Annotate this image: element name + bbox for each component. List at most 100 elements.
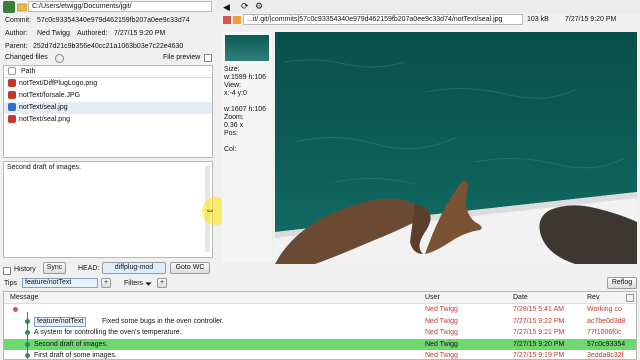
branch-tag[interactable]: feature/notText — [34, 316, 87, 327]
file-status-icon — [8, 91, 16, 100]
history-rev: 3edda8c32f — [587, 352, 624, 359]
changed-file-name: notText/seal.jpg — [19, 104, 68, 111]
history-rev: 57c0c93354 — [587, 340, 626, 348]
changed-file-name: notText/seal.png — [19, 116, 70, 123]
image-info-line: x:-4 y:0 — [224, 90, 247, 97]
image-info-line: w:1599 h:106 — [224, 74, 267, 81]
image-info-line: 0.36 x — [224, 122, 244, 129]
file-status-icon — [8, 115, 16, 124]
history-label: History — [14, 266, 36, 273]
changed-file-row[interactable]: notText/seal.jpg — [4, 102, 212, 114]
history-rev: Working co — [587, 306, 622, 313]
image-info-line — [224, 98, 270, 106]
changed-file-row[interactable]: notText/forsale.JPG — [4, 90, 212, 102]
history-user: Ned Twigg — [425, 317, 458, 325]
image-info-line: Size: — [224, 66, 240, 73]
parent-hash[interactable]: 252d7d21c9b356e40cc21a1063b03e7c22e4630 — [33, 43, 183, 50]
seal-photo — [275, 32, 637, 264]
file-icon — [223, 16, 231, 24]
history-row[interactable]: A system for controlling the oven's temp… — [4, 327, 636, 339]
tips-label: Tips — [4, 280, 17, 287]
image-info-line: View: — [224, 82, 241, 89]
file-status-icon — [8, 79, 16, 88]
column-menu-icon[interactable] — [626, 294, 634, 302]
history-msg: Second draft of images. — [34, 340, 108, 348]
changed-file-name: notText/DiffPlugLogo.png — [19, 80, 98, 87]
history-row[interactable]: feature/notText Fixed some bugs in the ov… — [4, 316, 636, 328]
file-preview-label: File preview — [163, 54, 201, 61]
repo-path[interactable]: C:/Users/etwigg/Documents/jgit/ — [28, 1, 212, 12]
history-row[interactable]: Second draft of images. Ned Twigg 7/27/15 … — [4, 338, 636, 350]
changed-files-panel: Path notText/DiffPlugLogo.png notText/for… — [3, 65, 213, 158]
col-date[interactable]: Date — [513, 292, 528, 304]
history-row[interactable]: First draft of some images. Ned Twigg 7/27… — [4, 350, 636, 359]
settings-icon[interactable]: ⚙ — [255, 1, 263, 12]
author-name: Ned Twigg — [37, 30, 70, 37]
history-date: 7/27/15 9:20 PM — [513, 340, 565, 348]
head-branch-button[interactable]: diffplug-mod — [102, 262, 166, 274]
history-collapse-icon[interactable] — [3, 267, 11, 275]
history-msg: A system for controlling the oven's temp… — [34, 329, 182, 336]
changed-files-label: Changed files — [5, 54, 48, 61]
history-date: 7/27/15 9:22 PM — [513, 317, 565, 325]
image-preview[interactable] — [275, 32, 637, 264]
history-user: Ned Twigg — [425, 306, 458, 313]
head-branch-name: diffplug-mod — [114, 264, 154, 271]
history-row[interactable]: Ned Twigg 7/28/15 5:41 AM Working co — [4, 304, 636, 316]
image-info-line: Col: — [224, 146, 237, 153]
changed-file-row[interactable]: notText/seal.png — [4, 114, 212, 126]
folder-icon — [16, 1, 28, 13]
changed-file-row[interactable]: notText/DiffPlugLogo.png — [4, 78, 212, 90]
image-info-line: Zoom: — [224, 114, 244, 121]
sync-button[interactable]: Sync — [43, 262, 66, 274]
goto-wc-button[interactable]: Goto WC — [170, 262, 210, 274]
history-user: Ned Twigg — [425, 352, 458, 359]
folder-icon-2 — [233, 16, 241, 24]
tip-branch-tag[interactable]: feature/notText — [22, 278, 98, 288]
commit-label: Commit: — [5, 17, 32, 24]
commit-message[interactable]: Second draft of images. — [4, 162, 212, 173]
tip-branch-name: feature/notText — [25, 279, 72, 286]
file-type-icon — [8, 67, 16, 76]
reload-icon[interactable]: ⟳ — [241, 1, 249, 12]
history-date: 7/27/15 9:19 PM — [513, 352, 565, 359]
col-rev[interactable]: Rev — [587, 292, 599, 304]
history-header-row: Message User Date Rev — [4, 292, 636, 304]
filter-icon: ⏷ — [145, 279, 153, 289]
preview-date: 7/27/15 9:20 PM — [565, 16, 617, 23]
head-label: HEAD: — [78, 265, 100, 272]
back-icon[interactable]: ◀ — [223, 2, 230, 13]
add-filter-button[interactable]: + — [157, 278, 167, 288]
path-header-row: Path — [4, 66, 212, 78]
preview-url[interactable]: ...it/.git/|commits|57c0c93354340e979d46… — [243, 14, 523, 25]
history-rev: 77f1006f0c — [587, 329, 622, 336]
add-tip-button[interactable]: + — [101, 278, 111, 288]
commit-hash: 57c0c93354340e979d462159fb207a0ee9c33d74 — [37, 17, 190, 24]
history-table: Message User Date Rev Ned Twigg 7/28/15 5… — [3, 291, 637, 360]
filters-label: Filters — [124, 280, 144, 287]
image-info-line — [224, 138, 270, 146]
parent-label: Parent: — [5, 43, 28, 50]
col-message[interactable]: Message — [10, 292, 38, 304]
refresh-icon[interactable] — [55, 54, 64, 63]
history-user: Ned Twigg — [425, 329, 458, 336]
thumbnail[interactable] — [225, 35, 269, 61]
author-label: Author: — [5, 30, 28, 37]
file-status-icon — [8, 103, 16, 112]
image-info-panel: Size: w:1599 h:106 View: x:-4 y:0 w:1607 h:1… — [222, 32, 272, 262]
image-info-line: Pos: — [224, 130, 239, 137]
changed-file-name: notText/forsale.JPG — [19, 92, 81, 99]
preview-toolbar: ◀ ⟳ ⚙ — [217, 0, 640, 14]
image-info-line: w:1607 h:106 — [224, 106, 267, 113]
history-date: 7/27/15 9:21 PM — [513, 329, 565, 336]
col-user[interactable]: User — [425, 292, 440, 304]
history-date: 7/28/15 5:41 AM — [513, 306, 564, 313]
path-header[interactable]: Path — [21, 68, 35, 75]
collapse-icon[interactable] — [204, 54, 212, 62]
preview-url-text: ...it/.git/|commits|57c0c93354340e979d46… — [247, 16, 503, 23]
graph-node — [13, 307, 18, 312]
reflog-button[interactable]: Reflog — [607, 277, 637, 289]
resize-cursor-icon: ⇔ — [205, 205, 215, 216]
commit-message-panel: Second draft of images. — [3, 161, 213, 258]
authored-date: 7/27/15 9:20 PM — [114, 30, 166, 37]
